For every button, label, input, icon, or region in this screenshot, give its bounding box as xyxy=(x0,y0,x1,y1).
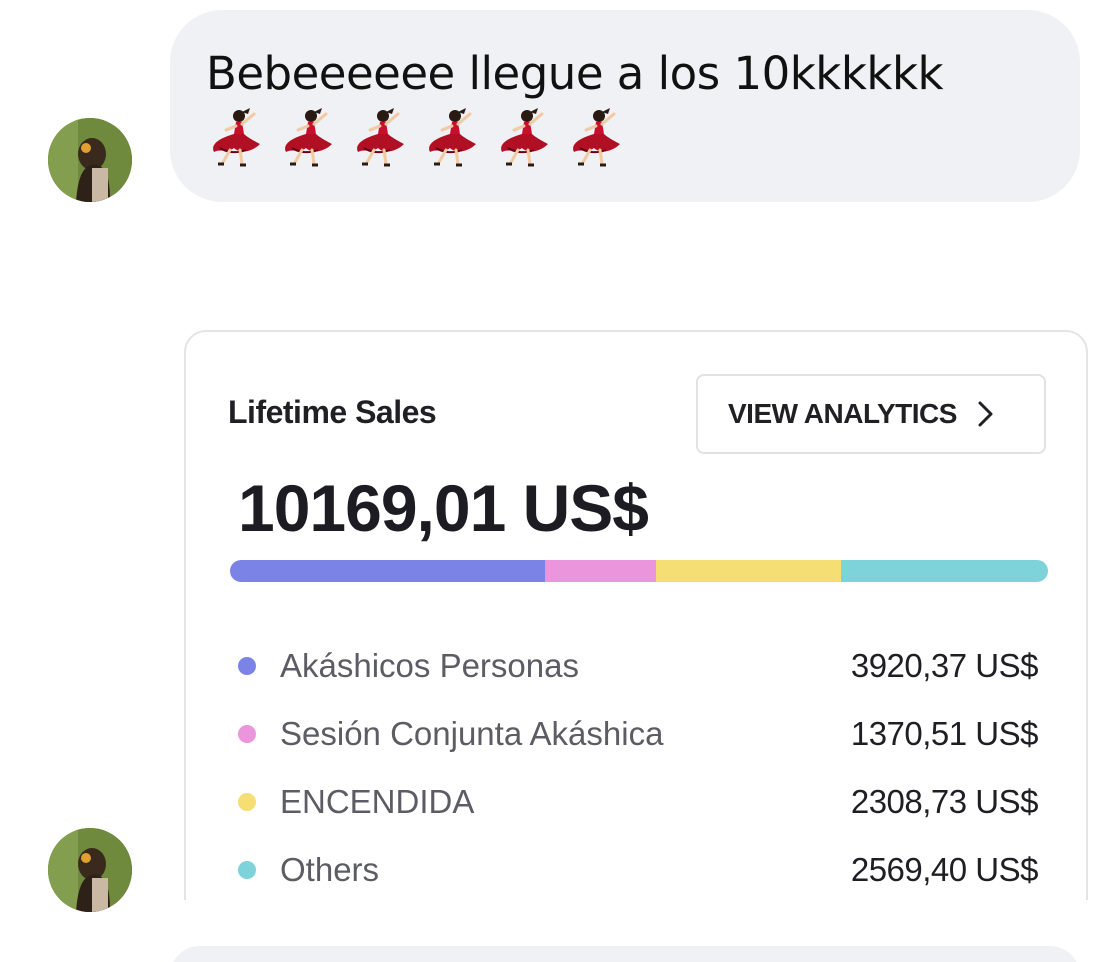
legend-value: 1370,51 US$ xyxy=(850,715,1039,752)
sales-bar-segment xyxy=(545,560,656,582)
sales-legend: Akáshicos Personas 3920,37 US$ Sesión Co… xyxy=(238,632,1039,900)
card-title: Lifetime Sales xyxy=(228,394,437,430)
legend-dot xyxy=(238,861,256,879)
woman-dancing-emoji xyxy=(357,108,404,167)
legend-value: 3920,37 US$ xyxy=(850,647,1039,684)
avatar-photo xyxy=(48,828,132,912)
message-text: Bebeeeeee llegue a los 10kkkkkk xyxy=(206,47,944,100)
lifetime-sales-card: Lifetime Sales VIEW ANALYTICS 10169,01 U… xyxy=(184,330,1088,900)
legend-label: Others xyxy=(280,851,380,888)
legend-row: Others 2569,40 US$ xyxy=(238,836,1039,900)
sales-breakdown-bar xyxy=(230,560,1048,582)
view-analytics-label: VIEW ANALYTICS xyxy=(728,398,957,429)
sender-avatar[interactable] xyxy=(48,118,132,202)
legend-label: Sesión Conjunta Akáshica xyxy=(280,715,664,752)
legend-row: Sesión Conjunta Akáshica 1370,51 US$ xyxy=(238,700,1039,768)
woman-dancing-emoji xyxy=(573,108,620,167)
message-bubble[interactable]: Bebeeeeee llegue a los 10kkkkkk xyxy=(170,10,1080,202)
sales-bar-segment xyxy=(230,560,546,582)
legend-row: Akáshicos Personas 3920,37 US$ xyxy=(238,632,1039,700)
legend-label: Akáshicos Personas xyxy=(280,647,579,684)
chevron-right-icon xyxy=(978,401,993,427)
legend-value: 2569,40 US$ xyxy=(850,851,1039,888)
legend-row: ENCENDIDA 2308,73 US$ xyxy=(238,768,1039,836)
emoji-row xyxy=(206,108,1044,170)
woman-dancing-emoji xyxy=(429,108,476,167)
avatar-photo xyxy=(48,118,132,202)
legend-value: 2308,73 US$ xyxy=(850,783,1039,820)
woman-dancing-emoji xyxy=(501,108,548,167)
sales-bar-segment xyxy=(655,560,842,582)
legend-dot xyxy=(238,793,256,811)
chat-thread: Bebeeeeee llegue a los 10kkkkkk Lifetime… xyxy=(0,0,1112,962)
image-attachment[interactable]: Lifetime Sales VIEW ANALYTICS 10169,01 U… xyxy=(184,330,1090,900)
view-analytics-button[interactable]: VIEW ANALYTICS xyxy=(696,374,1046,454)
legend-dot xyxy=(238,657,256,675)
sender-avatar[interactable] xyxy=(48,828,132,912)
woman-dancing-emoji xyxy=(213,108,260,167)
message-bubble[interactable] xyxy=(170,946,1080,962)
legend-label: ENCENDIDA xyxy=(280,783,475,820)
sales-bar-segment xyxy=(841,560,1048,582)
legend-dot xyxy=(238,725,256,743)
woman-dancing-emoji xyxy=(285,108,332,167)
total-sales-amount: 10169,01 US$ xyxy=(238,471,649,545)
